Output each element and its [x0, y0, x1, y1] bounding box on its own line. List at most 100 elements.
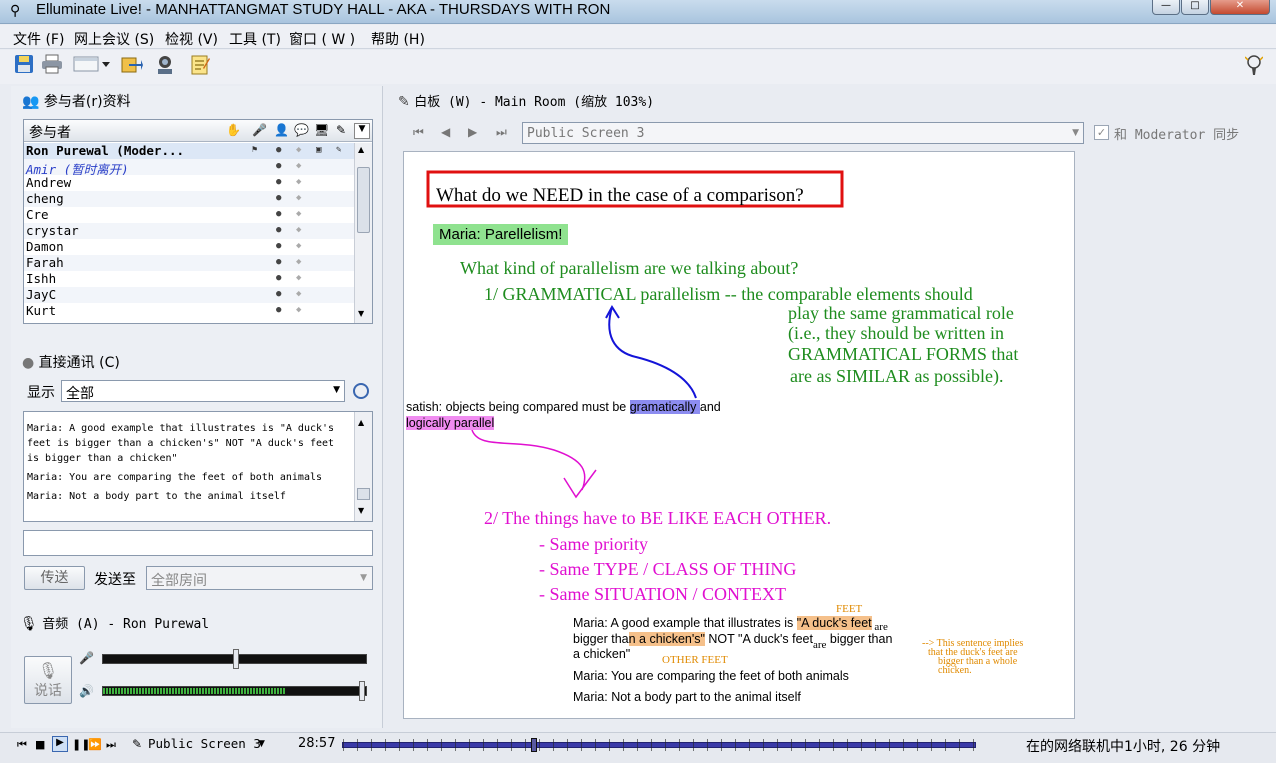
participant-row[interactable]: Cre ● ◆ — [24, 207, 354, 223]
chat-column-icon[interactable]: 💬 — [294, 123, 309, 137]
stop-icon[interactable]: ■ — [35, 738, 45, 751]
video-column-icon[interactable]: 👤 — [274, 123, 289, 137]
transfer-icon[interactable] — [120, 54, 144, 78]
maximize-button[interactable]: □ — [1181, 0, 1209, 15]
person-icon: ● — [276, 209, 282, 219]
save-icon[interactable] — [12, 54, 36, 78]
screen-column-icon[interactable]: 🖥 — [314, 123, 329, 137]
mic-volume-thumb[interactable] — [233, 649, 239, 669]
column-menu-icon[interactable]: ▼ — [354, 123, 370, 139]
highlight-gramatically: gramatically — [629, 400, 700, 414]
clock-icon[interactable] — [353, 383, 369, 399]
participant-row[interactable]: crystar ● ◆ — [24, 223, 354, 239]
whiteboard-title-text: 白板 (W) - Main Room (缩放 103%) — [414, 95, 655, 110]
layout-dropdown-icon[interactable] — [72, 54, 112, 78]
participant-row[interactable]: cheng ● ◆ — [24, 191, 354, 207]
scroll-down-icon[interactable]: ▼ — [358, 506, 364, 515]
print-icon[interactable] — [40, 54, 64, 78]
screen-select[interactable]: Public Screen 3 ▼ — [522, 122, 1084, 144]
participant-row[interactable]: Farah ● ◆ — [24, 255, 354, 271]
rewind-start-icon[interactable]: ⏮ — [17, 738, 27, 752]
speaker-volume-thumb[interactable] — [359, 681, 365, 701]
mic-volume-slider[interactable] — [102, 649, 367, 669]
skip-end-icon[interactable]: ⏭ — [106, 738, 116, 752]
fast-forward-icon[interactable]: ⏩ — [88, 738, 102, 751]
mic-column-icon[interactable]: 🎤 — [252, 123, 267, 137]
chat-status-icon: ◆ — [296, 161, 302, 171]
participants-scroll-thumb[interactable] — [357, 167, 370, 233]
next-screen-icon[interactable]: ▶ — [468, 125, 477, 139]
prev-screen-icon[interactable]: ◀ — [441, 125, 450, 139]
point1-line: (i.e., they should be written in — [788, 323, 1004, 343]
participant-row[interactable]: Damon ● ◆ — [24, 239, 354, 255]
participant-row[interactable]: Amir (暂时离开) ● ◆ — [24, 159, 354, 177]
close-button[interactable]: ✕ — [1210, 0, 1270, 15]
menu-window[interactable]: 窗口 ( W ) — [289, 29, 355, 49]
scroll-up-icon[interactable]: ▲ — [358, 145, 364, 154]
whiteboard-column-icon[interactable]: ✎ — [336, 123, 346, 137]
play-icon[interactable]: ▶ — [52, 736, 68, 752]
person-icon: ● — [276, 193, 282, 203]
point1-line: GRAMMATICAL FORMS that — [788, 344, 1019, 364]
participants-scrollbar[interactable]: ▲ ▼ — [354, 143, 372, 323]
participant-row[interactable]: Kurt ● ◆ — [24, 303, 354, 319]
menu-tools[interactable]: 工具 (T) — [229, 29, 281, 49]
sync-label: 和 Moderator 同步 — [1114, 128, 1240, 143]
point2-item: - Same TYPE / CLASS OF THING — [539, 559, 797, 579]
chat-scroll-thumb[interactable] — [357, 488, 370, 500]
participants-header-label[interactable]: 参与者 — [29, 122, 71, 142]
chat-status-icon: ◆ — [296, 225, 302, 235]
chat-filter-select[interactable]: 全部 ▼ — [61, 380, 345, 402]
participants-icon: 👥 — [22, 94, 40, 110]
toolbar — [0, 50, 1276, 84]
first-screen-icon[interactable]: ⏮ — [413, 125, 424, 140]
app-icon: ⚲ — [10, 3, 21, 19]
audio-title: 🎙 音频 (A) - Ron Purewal — [20, 613, 209, 632]
menu-session[interactable]: 网上会议 (S) — [74, 29, 154, 49]
menu-help[interactable]: 帮助 (H) — [371, 29, 425, 49]
last-screen-icon[interactable]: ⏭ — [496, 125, 507, 140]
moderator-icon: ⚑ — [252, 145, 258, 155]
status-screen-label[interactable]: Public Screen 3 — [148, 736, 261, 751]
whiteboard-canvas[interactable]: What do we NEED in the case of a compari… — [403, 151, 1075, 719]
chat-status-icon: ◆ — [296, 241, 302, 251]
minimize-button[interactable]: — — [1152, 0, 1180, 15]
send-to-select[interactable]: 全部房间 ▼ — [146, 566, 373, 590]
playback-timeline[interactable] — [342, 738, 977, 752]
whiteboard-title: ✎ 白板 (W) - Main Room (缩放 103%) — [398, 91, 654, 110]
sync-checkbox[interactable]: ✓ — [1094, 125, 1109, 140]
chat-scrollbar[interactable]: ▲ ▼ — [354, 412, 372, 521]
chevron-down-icon[interactable]: ▼ — [258, 739, 265, 749]
microphone-icon: 🎙 — [20, 616, 38, 632]
side-note: --> This sentence implies that the duck'… — [922, 639, 1023, 676]
participant-name: Cre — [26, 207, 49, 222]
raise-hand-icon[interactable]: ✋ — [226, 123, 241, 137]
example-text: bigger than — [826, 632, 893, 646]
menu-view[interactable]: 检视 (V) — [165, 29, 218, 49]
talk-label: 说话 — [34, 683, 62, 699]
menu-file[interactable]: 文件 (F) — [13, 29, 64, 49]
participant-row[interactable]: Andrew ● ◆ — [24, 175, 354, 191]
pencil-icon: ✎ — [132, 737, 143, 751]
participant-row[interactable]: Ishh ● ◆ — [24, 271, 354, 287]
webcam-icon[interactable] — [153, 54, 177, 78]
chat-message: Maria: You are comparing the feet of bot… — [27, 472, 323, 483]
participants-list[interactable]: 参与者 ✋ 🎤 👤 💬 🖥 ✎ ▼ Ron Purewal (Moder... ●… — [23, 119, 373, 324]
speaker-volume-slider[interactable] — [102, 681, 367, 701]
kind-question-text: What kind of parallelism are we talking … — [460, 258, 799, 278]
scroll-up-icon[interactable]: ▲ — [358, 418, 364, 427]
notes-icon[interactable] — [188, 54, 212, 78]
scroll-down-icon[interactable]: ▼ — [358, 309, 364, 318]
feet-label: FEET — [836, 603, 863, 615]
send-button[interactable]: 传送 — [24, 566, 85, 590]
pencil-icon: ✎ — [398, 94, 410, 110]
timeline-thumb[interactable] — [531, 738, 537, 752]
playback-time: 28:57 — [298, 736, 336, 751]
menu-bar: 文件 (F) 网上会议 (S) 检视 (V) 工具 (T) 窗口 ( W ) 帮… — [0, 25, 1276, 49]
point2-item: - Same SITUATION / CONTEXT — [539, 584, 786, 604]
participants-title: 👥 参与者(r)资料 — [22, 91, 131, 111]
participant-row[interactable]: Ron Purewal (Moder... ● ◆ ⚑ ▣ ✎ — [24, 143, 354, 159]
chat-input[interactable] — [23, 530, 373, 556]
talk-button[interactable]: 🎙 说话 — [24, 656, 72, 704]
participant-row[interactable]: JayC ● ◆ — [24, 287, 354, 303]
